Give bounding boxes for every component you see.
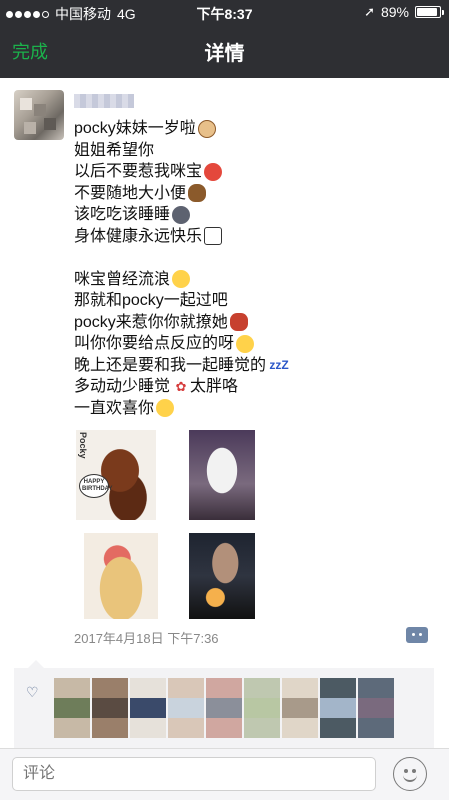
liker-avatar[interactable] — [54, 698, 90, 718]
post-line-text: 多动动少睡觉 — [74, 378, 171, 395]
angry-face-icon — [204, 162, 223, 181]
post-timestamp: 2017年4月18日 下午7:36 — [74, 631, 219, 646]
page-title: 详情 — [204, 43, 245, 65]
liker-avatar[interactable] — [358, 718, 394, 738]
post-line: 多动动少睡觉 ✿ 太胖咯 — [74, 376, 434, 398]
liker-avatar[interactable] — [244, 678, 280, 698]
liker-avatar[interactable] — [282, 698, 318, 718]
comment-bar — [0, 748, 449, 800]
post-line: 晚上还是要和我一起睡觉的 zzZ — [74, 355, 434, 377]
status-right: ➚ 89% — [364, 4, 444, 20]
no-mouth-face-icon — [236, 334, 255, 353]
liker-avatar[interactable] — [244, 698, 280, 718]
liker-avatar[interactable] — [54, 678, 90, 698]
liker-avatar[interactable] — [168, 718, 204, 738]
zzz-icon: zzZ — [269, 358, 289, 373]
status-bar: 中国移动 4G 下午8:37 ➚ 89% — [0, 0, 449, 26]
new-moon-face-icon — [172, 205, 191, 224]
liker-avatar[interactable] — [92, 678, 128, 698]
liker-avatar[interactable] — [54, 718, 90, 738]
post-photo-3[interactable] — [84, 533, 158, 619]
post-line: pocky妹妹一岁啦 — [74, 118, 434, 140]
post-line: 该吃吃该睡睡 — [74, 204, 434, 226]
post-line-text: 该吃吃该睡睡 — [74, 206, 171, 223]
top-bar: 中国移动 4G 下午8:37 ➚ 89% 完成 详情 — [0, 0, 449, 78]
post-line-text: pocky来惹你你就撩她 — [74, 313, 228, 331]
battery-fill — [417, 8, 437, 16]
liker-avatar[interactable] — [168, 678, 204, 698]
comment-input[interactable] — [12, 757, 376, 791]
moments-detail-screen: 中国移动 4G 下午8:37 ➚ 89% 完成 详情 pocky妹妹一岁啦 姐姐希… — [0, 0, 449, 800]
framed-picture-icon — [204, 227, 223, 246]
post-line: 一直欢喜你 — [74, 398, 434, 420]
devil-mask-icon — [229, 313, 248, 332]
liker-avatar[interactable] — [320, 698, 356, 718]
post-line-text: pocky妹妹一岁啦 — [74, 120, 196, 137]
post-text: pocky妹妹一岁啦 姐姐希望你以后不要惹我咪宝 不要随地大小便 该吃吃该睡睡身体健康… — [74, 118, 434, 419]
liker-avatar[interactable] — [92, 698, 128, 718]
avatar[interactable] — [14, 90, 64, 140]
post-line — [74, 247, 434, 269]
username-blurred[interactable] — [74, 94, 134, 108]
post-line: 以后不要惹我咪宝 — [74, 161, 434, 183]
kissing-face-icon — [156, 399, 175, 418]
battery-icon — [415, 6, 444, 18]
post-line-text-tail: 太胖咯 — [190, 378, 239, 395]
post-line: 咪宝曾经流浪 — [74, 269, 434, 291]
liker-avatar[interactable] — [206, 678, 242, 698]
dog-icon — [197, 119, 216, 138]
poop-icon — [188, 184, 207, 203]
paw-prints-icon: ✿ — [175, 378, 187, 394]
post-line: 叫你你要给点反应的呀 — [74, 333, 434, 355]
liker-avatar[interactable] — [130, 698, 166, 718]
likes-panel: ♡ — [14, 660, 434, 748]
liker-avatars — [54, 678, 394, 738]
photo-caption: Pocky — [78, 432, 88, 459]
post-line: 姐姐希望你 — [74, 140, 434, 162]
liker-avatar[interactable] — [358, 698, 394, 718]
liker-avatar[interactable] — [206, 698, 242, 718]
liker-avatar[interactable] — [358, 678, 394, 698]
post-photo-2[interactable] — [189, 430, 255, 520]
liker-avatar[interactable] — [206, 718, 242, 738]
crying-face-icon — [172, 270, 191, 289]
post-line: 不要随地大小便 — [74, 183, 434, 205]
comment-more-icon[interactable] — [406, 627, 428, 643]
navigation-bar: 完成 详情 — [0, 26, 449, 78]
photo-card-text: HAPPY BIRTHDAY — [79, 474, 112, 498]
post-detail: pocky妹妹一岁啦 姐姐希望你以后不要惹我咪宝 不要随地大小便 该吃吃该睡睡身体健康… — [0, 78, 449, 748]
post-line-text: 不要随地大小便 — [74, 184, 187, 202]
liker-avatar[interactable] — [282, 678, 318, 698]
liker-avatar[interactable] — [130, 718, 166, 738]
post-line-text: 那就和pocky一起过吧 — [74, 292, 228, 309]
post-photo-4[interactable] — [189, 533, 255, 619]
post-line-text: 以后不要惹我咪宝 — [74, 163, 203, 180]
post-line-text: 晚上还是要和我一起睡觉的 — [74, 356, 267, 374]
liker-avatar[interactable] — [92, 718, 128, 738]
liker-avatar[interactable] — [168, 698, 204, 718]
liker-avatar[interactable] — [130, 678, 166, 698]
post-line: 身体健康永远快乐 — [74, 226, 434, 248]
post-line-text: 一直欢喜你 — [74, 399, 155, 417]
location-arrow-icon: ➚ — [364, 4, 375, 19]
post-line-text: 咪宝曾经流浪 — [74, 270, 171, 288]
battery-percent: 89% — [380, 4, 409, 20]
post-photo-1[interactable]: Pocky HAPPY BIRTHDAY — [76, 430, 156, 520]
post-line: 那就和pocky一起过吧 — [74, 290, 434, 312]
heart-icon: ♡ — [26, 684, 39, 700]
emoji-button-icon[interactable] — [393, 757, 427, 791]
liker-avatar[interactable] — [320, 718, 356, 738]
post-line-text: 叫你你要给点反应的呀 — [74, 335, 235, 352]
liker-avatar[interactable] — [244, 718, 280, 738]
post-line-text: 身体健康永远快乐 — [74, 227, 203, 245]
post-line: pocky来惹你你就撩她 — [74, 312, 434, 334]
liker-avatar[interactable] — [320, 678, 356, 698]
liker-avatar[interactable] — [282, 718, 318, 738]
post-line-text: 姐姐希望你 — [74, 141, 155, 159]
